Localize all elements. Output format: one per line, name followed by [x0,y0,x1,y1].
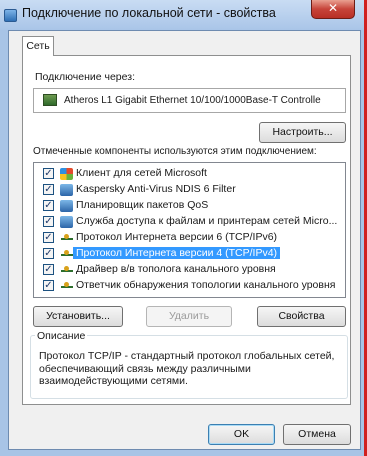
configure-button[interactable]: Настроить... [259,122,346,143]
checkbox[interactable]: ✓ [43,184,54,195]
list-item-selected[interactable]: ✓ Протокол Интернета версии 4 (TCP/IPv4) [34,246,345,262]
adapter-field: Atheros L1 Gigabit Ethernet 10/100/1000B… [33,88,346,113]
component-label: Ответчик обнаружения топологии канальног… [76,279,336,291]
network-adapter-icon [43,94,57,106]
list-item[interactable]: ✓ Служба доступа к файлам и принтерам се… [34,214,345,230]
protocol-icon [60,280,73,292]
checkbox[interactable]: ✓ [43,168,54,179]
checkbox[interactable]: ✓ [43,248,54,259]
network-service-icon [60,200,73,212]
components-list[interactable]: ✓ Клиент для сетей Microsoft ✓ Kaspersky… [33,162,346,298]
description-legend: Описание [35,330,88,342]
network-service-icon [60,216,73,228]
list-item[interactable]: ✓ Протокол Интернета версии 6 (TCP/IPv6) [34,230,345,246]
list-item[interactable]: ✓ Kaspersky Anti-Virus NDIS 6 Filter [34,182,345,198]
checkbox[interactable]: ✓ [43,232,54,243]
remove-button[interactable]: Удалить [146,306,232,327]
tab-network[interactable]: Сеть [22,36,54,56]
list-item[interactable]: ✓ Планировщик пакетов QoS [34,198,345,214]
protocol-icon [60,264,73,276]
component-label: Планировщик пакетов QoS [76,199,209,211]
ok-button[interactable]: OK [208,424,275,445]
list-item[interactable]: ✓ Ответчик обнаружения топологии канальн… [34,278,345,294]
checkbox[interactable]: ✓ [43,216,54,227]
connect-via-label: Подключение через: [35,71,135,83]
component-label: Протокол Интернета версии 4 (TCP/IPv4) [73,247,281,259]
list-item[interactable]: ✓ Клиент для сетей Microsoft [34,166,345,182]
protocol-icon [60,232,73,244]
adapter-name: Atheros L1 Gigabit Ethernet 10/100/1000B… [64,95,321,106]
checkbox[interactable]: ✓ [43,264,54,275]
install-button[interactable]: Установить... [33,306,123,327]
properties-window: Подключение по локальной сети - свойства… [0,0,367,456]
component-label: Клиент для сетей Microsoft [76,167,207,179]
cancel-button[interactable]: Отмена [283,424,351,445]
network-client-icon [60,168,73,180]
close-button[interactable]: ✕ [311,0,355,19]
protocol-icon [60,248,73,260]
list-item[interactable]: ✓ Драйвер в/в тополога канального уровня [34,262,345,278]
checkbox[interactable]: ✓ [43,280,54,291]
properties-button[interactable]: Свойства [257,306,346,327]
component-label: Драйвер в/в тополога канального уровня [76,263,276,275]
components-label: Отмеченные компоненты используются этим … [33,146,317,157]
network-service-icon [60,184,73,196]
component-label: Kaspersky Anti-Virus NDIS 6 Filter [76,183,236,195]
window-title: Подключение по локальной сети - свойства [22,6,276,20]
component-label: Протокол Интернета версии 6 (TCP/IPv6) [76,231,278,243]
checkbox[interactable]: ✓ [43,200,54,211]
component-label: Служба доступа к файлам и принтерам сете… [76,215,338,227]
description-text: Протокол TCP/IP - стандартный протокол г… [39,350,335,387]
network-connection-icon [4,9,17,22]
title-bar[interactable]: Подключение по локальной сети - свойства… [0,0,364,30]
